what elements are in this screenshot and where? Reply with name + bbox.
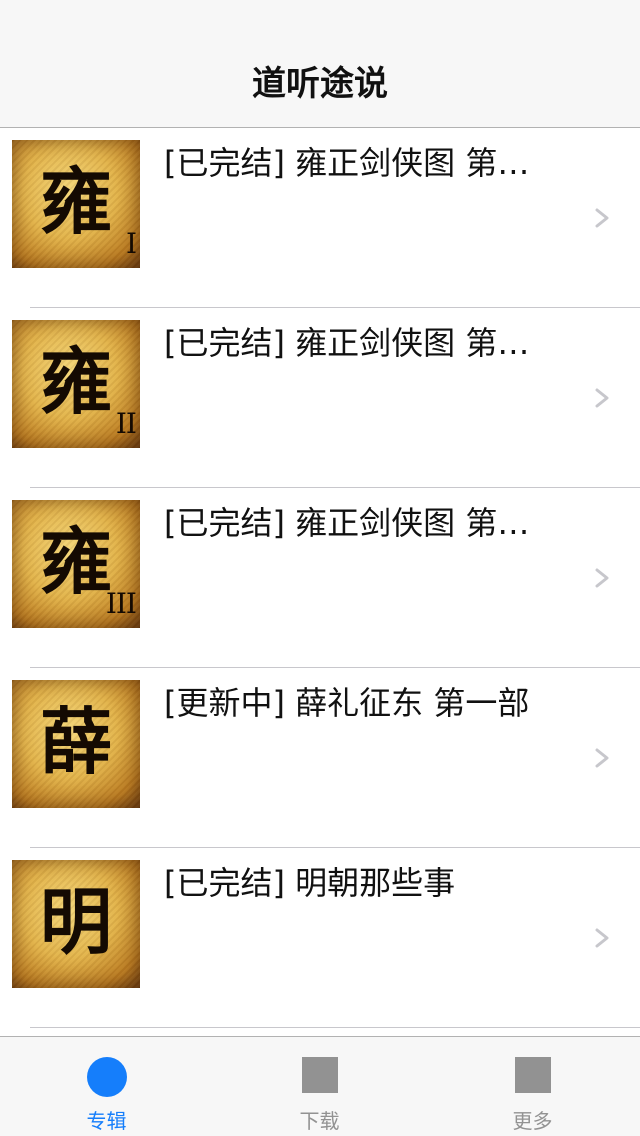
cover-volume-numeral: II (115, 407, 137, 440)
cover-character: 薛 (39, 699, 112, 784)
album-title: [已完结] 雍正剑侠图 第… (164, 144, 530, 182)
tab-label: 专辑 (86, 1109, 127, 1133)
album-title: [已完结] 明朝那些事 (164, 864, 456, 902)
page-title: 道听途说 (252, 64, 388, 104)
tab-label: 下载 (299, 1109, 340, 1133)
chevron-right-icon (595, 388, 609, 408)
album-row[interactable]: 明 [已完结] 明朝那些事 (0, 848, 640, 1028)
album-cover-image: 明 (12, 860, 140, 988)
app-screen: 道听途说 雍 I [已完结] 雍正剑侠图 第… 雍 II [已完结] 雍正剑侠图… (0, 0, 640, 1136)
album-cover-image: 雍 II (12, 320, 140, 448)
album-cover-image: 雍 III (12, 500, 140, 628)
cover-volume-numeral: III (105, 587, 137, 620)
tab-more[interactable]: 更多 (426, 1037, 639, 1136)
tab-albums[interactable]: 专辑 (0, 1037, 213, 1136)
cover-character: 明 (39, 879, 112, 964)
chevron-right-icon (595, 928, 609, 948)
tab-downloads[interactable]: 下载 (213, 1037, 426, 1136)
album-row[interactable]: 雍 II [已完结] 雍正剑侠图 第… (0, 308, 640, 488)
navigation-bar: 道听途说 (0, 0, 640, 128)
more-tab-icon (514, 1057, 551, 1093)
album-tab-icon (86, 1057, 127, 1097)
chevron-right-icon (595, 208, 609, 228)
tab-bar: 专辑 下载 更多 (0, 1036, 640, 1136)
album-row[interactable]: 薛 [更新中] 薛礼征东 第一部 (0, 668, 640, 848)
album-title: [已完结] 雍正剑侠图 第… (164, 504, 530, 542)
album-title: [已完结] 雍正剑侠图 第… (164, 324, 530, 362)
chevron-right-icon (595, 748, 609, 768)
cover-character: 雍 (39, 159, 112, 244)
album-cover-image: 雍 I (12, 140, 140, 268)
album-title: [更新中] 薛礼征东 第一部 (164, 684, 530, 722)
row-separator (30, 1027, 640, 1028)
album-row[interactable]: 雍 III [已完结] 雍正剑侠图 第… (0, 488, 640, 668)
tab-label: 更多 (512, 1109, 553, 1133)
album-cover-image: 薛 (12, 680, 140, 808)
chevron-right-icon (595, 568, 609, 588)
album-list[interactable]: 雍 I [已完结] 雍正剑侠图 第… 雍 II [已完结] 雍正剑侠图 第… 雍 (0, 128, 640, 1036)
cover-volume-numeral: I (125, 227, 137, 260)
album-row[interactable]: 雍 I [已完结] 雍正剑侠图 第… (0, 128, 640, 308)
download-tab-icon (301, 1057, 338, 1093)
